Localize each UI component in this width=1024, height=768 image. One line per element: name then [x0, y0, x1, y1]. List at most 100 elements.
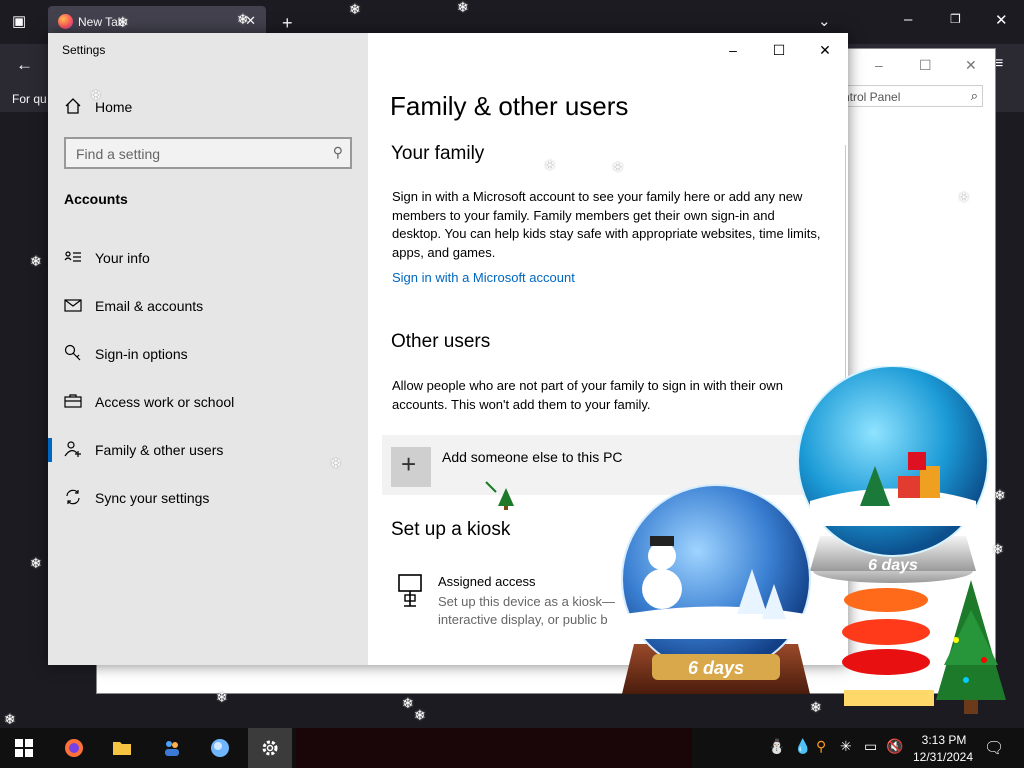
kiosk-icon	[398, 574, 422, 607]
minimize-button[interactable]: –	[716, 39, 750, 61]
snowflake-icon: ❄	[30, 253, 42, 269]
water-drop-icon[interactable]: 💧	[794, 738, 811, 755]
person-card-icon	[64, 248, 82, 266]
sidebar-item-sync-settings[interactable]: Sync your settings	[48, 478, 368, 518]
clock-time[interactable]: 3:13 PM	[912, 733, 976, 747]
settings-search-input[interactable]: Find a setting ⚲	[64, 137, 352, 169]
sidebar-item-label: Access work or school	[95, 394, 235, 410]
snowflake-icon: ❄	[414, 707, 426, 723]
gear-icon	[262, 740, 278, 756]
volume-muted-icon[interactable]: 🔇	[886, 738, 903, 755]
snowflake-icon: ❄	[117, 14, 129, 30]
snowflake-icon: ❄	[402, 695, 414, 711]
other-users-heading: Other users	[391, 331, 491, 352]
cp-maximize-icon[interactable]: ☐	[919, 57, 932, 74]
snowflake-icon: ❄	[4, 711, 16, 727]
envelope-icon	[64, 296, 82, 314]
other-users-description: Allow people who are not part of your fa…	[392, 378, 783, 412]
firefox-icon	[58, 14, 73, 29]
snowflake-icon: ❄	[216, 689, 228, 705]
family-description: Sign in with a Microsoft account to see …	[392, 189, 821, 260]
cp-close-icon[interactable]: ✕	[965, 57, 977, 74]
sparkle-tray-icon[interactable]: ✳	[840, 738, 852, 755]
kiosk-heading: Set up a kiosk	[391, 519, 511, 540]
cp-minimize-icon[interactable]: –	[875, 57, 883, 73]
snow-globe-back: 6 days	[797, 366, 989, 583]
cp-search-placeholder: ntrol Panel	[843, 90, 901, 104]
sync-icon	[64, 488, 82, 506]
sign-in-microsoft-link[interactable]: Sign in with a Microsoft account	[392, 270, 575, 285]
taskbar-people-app[interactable]	[150, 728, 194, 768]
plus-icon: +	[391, 447, 431, 487]
browser-truncated-text: For qu	[12, 92, 47, 106]
minimize-icon[interactable]: –	[904, 12, 912, 27]
taskbar-firefox[interactable]	[52, 728, 96, 768]
cp-search-input[interactable]: ntrol Panel ⌕	[837, 85, 983, 107]
sidebar-item-label: Your info	[95, 250, 150, 266]
sidebar-item-email-accounts[interactable]: Email & accounts	[48, 286, 368, 326]
snowflake-icon: ❄	[457, 0, 469, 15]
sidebar-item-access-work[interactable]: Access work or school	[48, 382, 368, 422]
network-icon[interactable]: ▭	[864, 738, 877, 755]
people-icon	[165, 741, 179, 756]
snowflake-icon: ❄	[810, 699, 822, 715]
snowflake-icon: ❄	[90, 87, 102, 103]
new-tab-icon[interactable]: +	[282, 14, 293, 32]
settings-sidebar: Settings Home Find a setting ⚲ Accounts …	[48, 33, 368, 665]
christmas-tree-decoration	[842, 580, 1006, 714]
sidebar-item-sign-in-options[interactable]: Sign-in options	[48, 334, 368, 374]
sidebar-item-label: Sign-in options	[95, 346, 188, 362]
taskbar-settings[interactable]	[248, 728, 292, 768]
family-heading: Your family	[391, 143, 485, 164]
snowflake-icon: ❄	[237, 11, 249, 27]
window-title: Settings	[62, 43, 106, 57]
restore-icon[interactable]: ❐	[950, 13, 961, 25]
countdown-label-front: 6 days	[688, 658, 744, 678]
firefox-icon	[65, 739, 83, 757]
snowflake-icon: ❄	[612, 159, 624, 175]
taskbar: ⛄ 💧 ⚲ ✳ ▭ 🔇 3:13 PM 12/31/2024 🗨	[0, 728, 1024, 768]
clock-date[interactable]: 12/31/2024	[908, 750, 978, 764]
maximize-button[interactable]: ☐	[762, 39, 796, 61]
close-button[interactable]: ✕	[808, 39, 842, 61]
sidebar-item-family-other-users[interactable]: Family & other users	[48, 430, 368, 470]
windows-logo-icon	[15, 739, 33, 757]
sidebar-item-label: Sync your settings	[95, 490, 210, 506]
search-icon: ⌕	[970, 88, 978, 103]
briefcase-icon	[64, 392, 82, 410]
search-placeholder: Find a setting	[76, 146, 161, 162]
globe-app-icon	[211, 739, 229, 757]
taskbar-globe-app[interactable]	[198, 728, 242, 768]
assigned-access-link[interactable]: Assigned access	[438, 574, 536, 589]
snowflake-icon: ❄	[349, 1, 361, 17]
taskbar-wallpaper-strip	[296, 728, 692, 768]
close-icon[interactable]: ✕	[995, 13, 1008, 28]
snowflake-icon: ❄	[30, 555, 42, 571]
key-icon	[64, 344, 82, 362]
assigned-access-description: Set up this device as a kiosk— interacti…	[438, 594, 616, 627]
search-icon: ⚲	[332, 144, 343, 160]
folder-icon	[113, 742, 131, 755]
active-indicator	[48, 438, 52, 462]
search-tray-icon[interactable]: ⚲	[816, 738, 826, 755]
page-title: Family & other users	[390, 91, 629, 121]
notification-icon[interactable]: 🗨	[984, 738, 1004, 758]
tray-app-icon[interactable]: ⛄	[768, 738, 785, 755]
snowflake-icon: ❄	[544, 157, 556, 173]
home-icon	[65, 98, 81, 114]
taskbar-file-explorer[interactable]	[100, 728, 144, 768]
snowflake-icon: ❄	[994, 487, 1006, 503]
sidebar-item-your-info[interactable]: Your info	[48, 238, 368, 278]
chevron-down-icon[interactable]: ⌄	[818, 14, 831, 29]
back-arrow-icon[interactable]: ←	[16, 56, 33, 73]
snowflake-icon: ❄	[330, 455, 342, 471]
add-someone-label: Add someone else to this PC	[442, 449, 623, 465]
snowflake-icon: ❄	[992, 541, 1004, 557]
tab-list-icon[interactable]: ▣	[12, 14, 26, 29]
person-add-icon	[64, 440, 82, 458]
section-heading-accounts: Accounts	[64, 191, 128, 207]
start-button[interactable]	[2, 728, 46, 768]
sidebar-item-label: Email & accounts	[95, 298, 204, 314]
sidebar-item-label: Family & other users	[95, 442, 224, 458]
small-tree-cursor-icon	[485, 481, 514, 510]
